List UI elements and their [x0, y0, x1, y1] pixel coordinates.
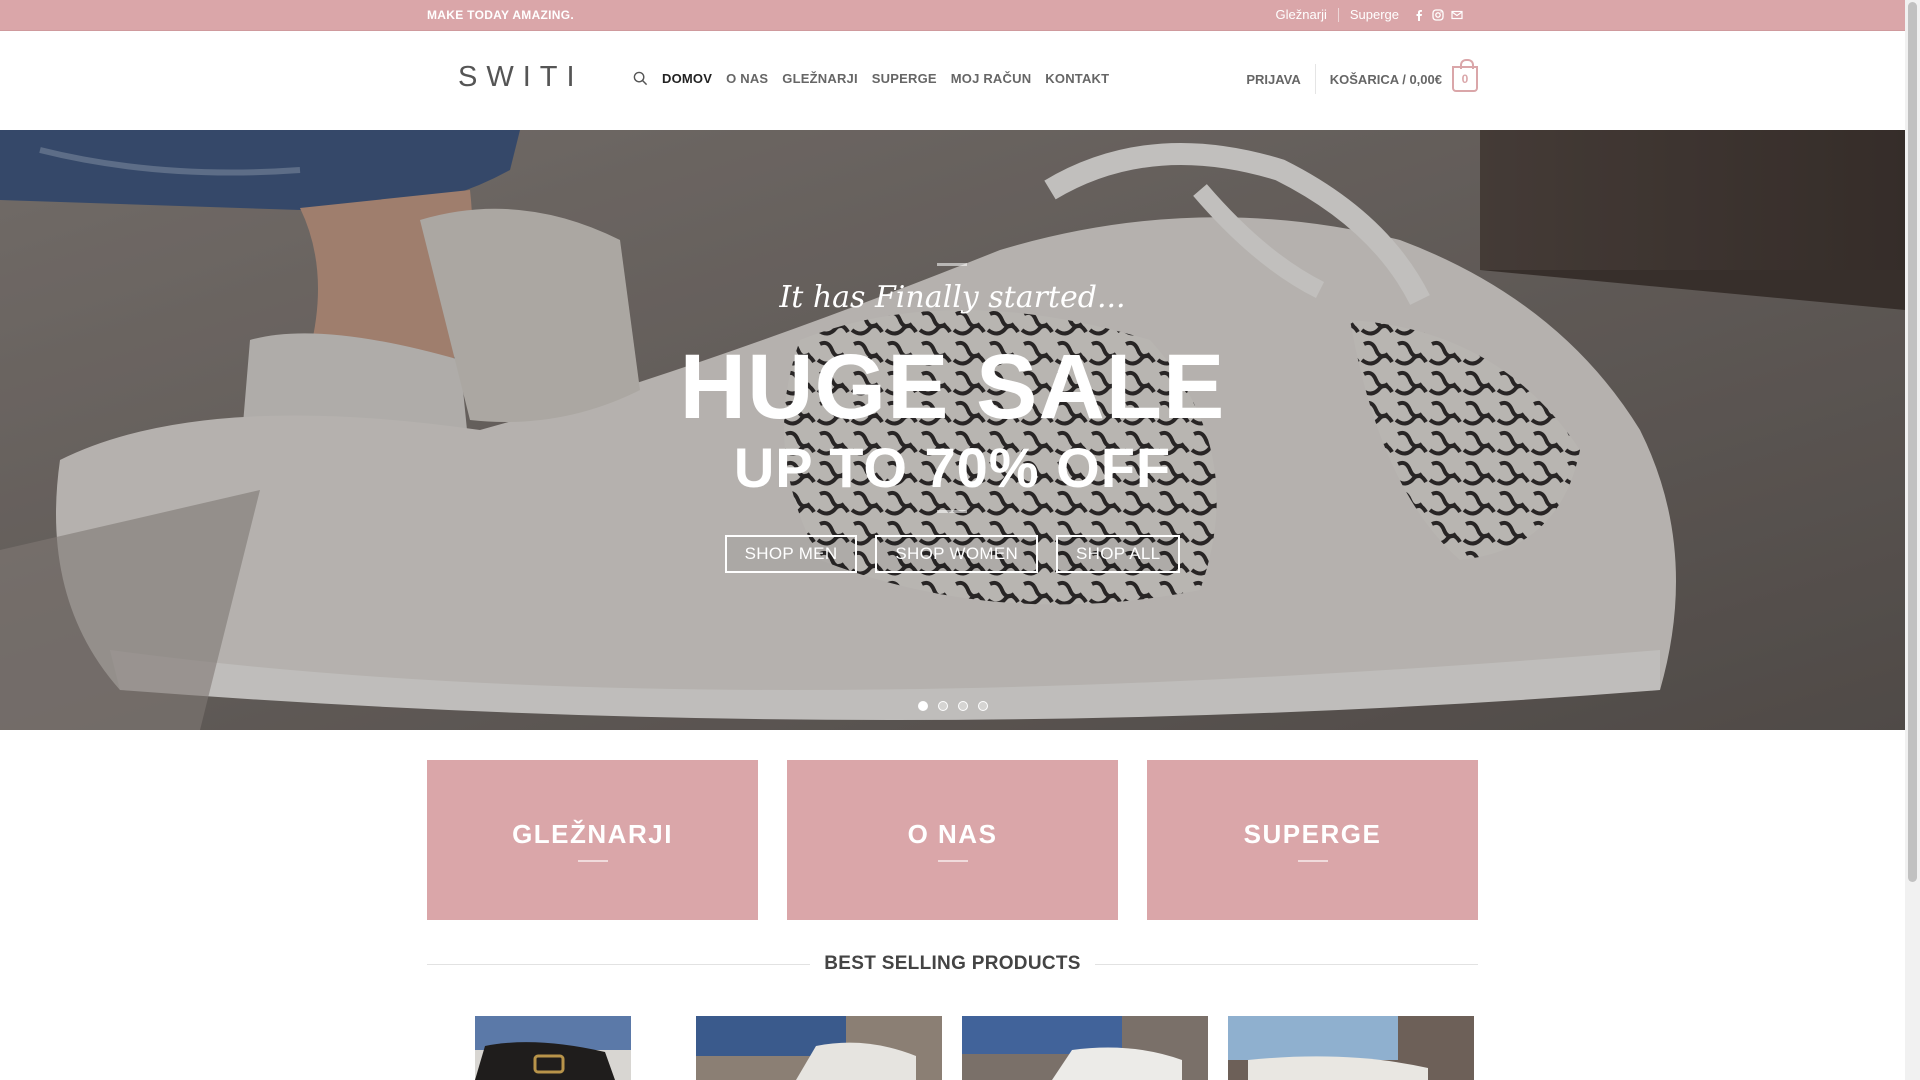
- top-link-gleznarji[interactable]: Gležnarji: [1276, 7, 1327, 22]
- product-image[interactable]: [696, 1016, 942, 1080]
- slider-dot-4[interactable]: [977, 701, 988, 711]
- top-link-superge[interactable]: Superge: [1350, 7, 1399, 22]
- banner-underline: [1297, 859, 1328, 862]
- divider: [1337, 7, 1339, 22]
- facebook-icon[interactable]: [1413, 9, 1425, 21]
- banner-superge[interactable]: SUPERGE: [1147, 760, 1478, 920]
- banner-o-nas[interactable]: O NAS: [787, 760, 1118, 920]
- header: SWITI DOMOV O NAS GLEŽNARJI SUPERGE MOJ …: [0, 31, 1905, 129]
- header-account: PRIJAVA KOŠARICA / 0,00€ 0: [1246, 59, 1478, 94]
- main-nav: DOMOV O NAS GLEŽNARJI SUPERGE MOJ RAČUN …: [633, 71, 1123, 86]
- nav-item-gleznarji[interactable]: GLEŽNARJI: [782, 71, 857, 86]
- page: MAKE TODAY AMAZING. Gležnarji Superge SW…: [0, 0, 1905, 1080]
- nav-item-o-nas[interactable]: O NAS: [726, 71, 768, 86]
- banner-title: GLEŽNARJI: [512, 818, 673, 849]
- divider: [1094, 963, 1479, 965]
- divider: [427, 963, 811, 965]
- product-image[interactable]: [962, 1016, 1208, 1080]
- hero-subline: UP TO 70% OFF: [733, 436, 1172, 499]
- product-image[interactable]: [1228, 1016, 1474, 1080]
- slider-dots: [0, 701, 1905, 711]
- tagline: MAKE TODAY AMAZING.: [427, 8, 575, 22]
- shop-women-button[interactable]: SHOP WOMEN: [875, 535, 1039, 573]
- mail-icon[interactable]: [1451, 9, 1463, 21]
- hero-buttons: SHOP MEN SHOP WOMEN SHOP ALL: [0, 535, 1905, 573]
- banner-title: O NAS: [907, 818, 998, 849]
- section-title: BEST SELLING PRODUCTS: [824, 953, 1081, 974]
- best-selling-header: BEST SELLING PRODUCTS: [427, 953, 1479, 975]
- nav-item-kontakt[interactable]: KONTAKT: [1045, 71, 1109, 86]
- nav-item-moj-racun[interactable]: MOJ RAČUN: [951, 71, 1032, 86]
- top-bar: MAKE TODAY AMAZING. Gležnarji Superge: [0, 0, 1905, 31]
- product-image[interactable]: [475, 1016, 631, 1080]
- instagram-icon[interactable]: [1432, 8, 1444, 21]
- product-photo-4: [1228, 1016, 1474, 1080]
- category-banners: GLEŽNARJI O NAS SUPERGE: [427, 760, 1478, 920]
- top-bar-links: Gležnarji Superge: [1276, 7, 1463, 22]
- scrollbar[interactable]: [1905, 0, 1920, 1080]
- slider-dot-3[interactable]: [957, 701, 968, 711]
- divider: [1314, 64, 1316, 94]
- scrollbar-thumb[interactable]: [1908, 2, 1917, 882]
- logo[interactable]: SWITI: [458, 61, 584, 94]
- hero-divider-bottom: [937, 510, 967, 513]
- slider-dot-1[interactable]: [917, 701, 928, 711]
- hero-script-text: It has Finally started...: [779, 280, 1126, 315]
- product-photo-1: [475, 1016, 631, 1080]
- cart-link[interactable]: KOŠARICA / 0,00€: [1330, 72, 1442, 87]
- hero-headline: HUGE SALE: [679, 336, 1226, 438]
- hero-slider[interactable]: It has Finally started... HUGE SALE UP T…: [0, 130, 1905, 730]
- slider-dot-2[interactable]: [937, 701, 948, 711]
- product-photo-3: [962, 1016, 1208, 1080]
- banner-title: SUPERGE: [1243, 818, 1382, 849]
- banner-underline: [577, 859, 608, 862]
- login-link[interactable]: PRIJAVA: [1246, 72, 1300, 87]
- product-photo-2: [696, 1016, 942, 1080]
- search-icon[interactable]: [633, 71, 648, 86]
- cart-icon[interactable]: 0: [1452, 59, 1478, 92]
- cart-count: 0: [1461, 72, 1469, 86]
- shop-all-button[interactable]: SHOP ALL: [1056, 535, 1181, 573]
- banner-underline: [937, 859, 968, 862]
- hero-divider-top: [937, 263, 967, 266]
- nav-item-superge[interactable]: SUPERGE: [872, 71, 937, 86]
- nav-item-domov[interactable]: DOMOV: [662, 71, 712, 86]
- banner-gleznarji[interactable]: GLEŽNARJI: [427, 760, 758, 920]
- shop-men-button[interactable]: SHOP MEN: [724, 535, 858, 573]
